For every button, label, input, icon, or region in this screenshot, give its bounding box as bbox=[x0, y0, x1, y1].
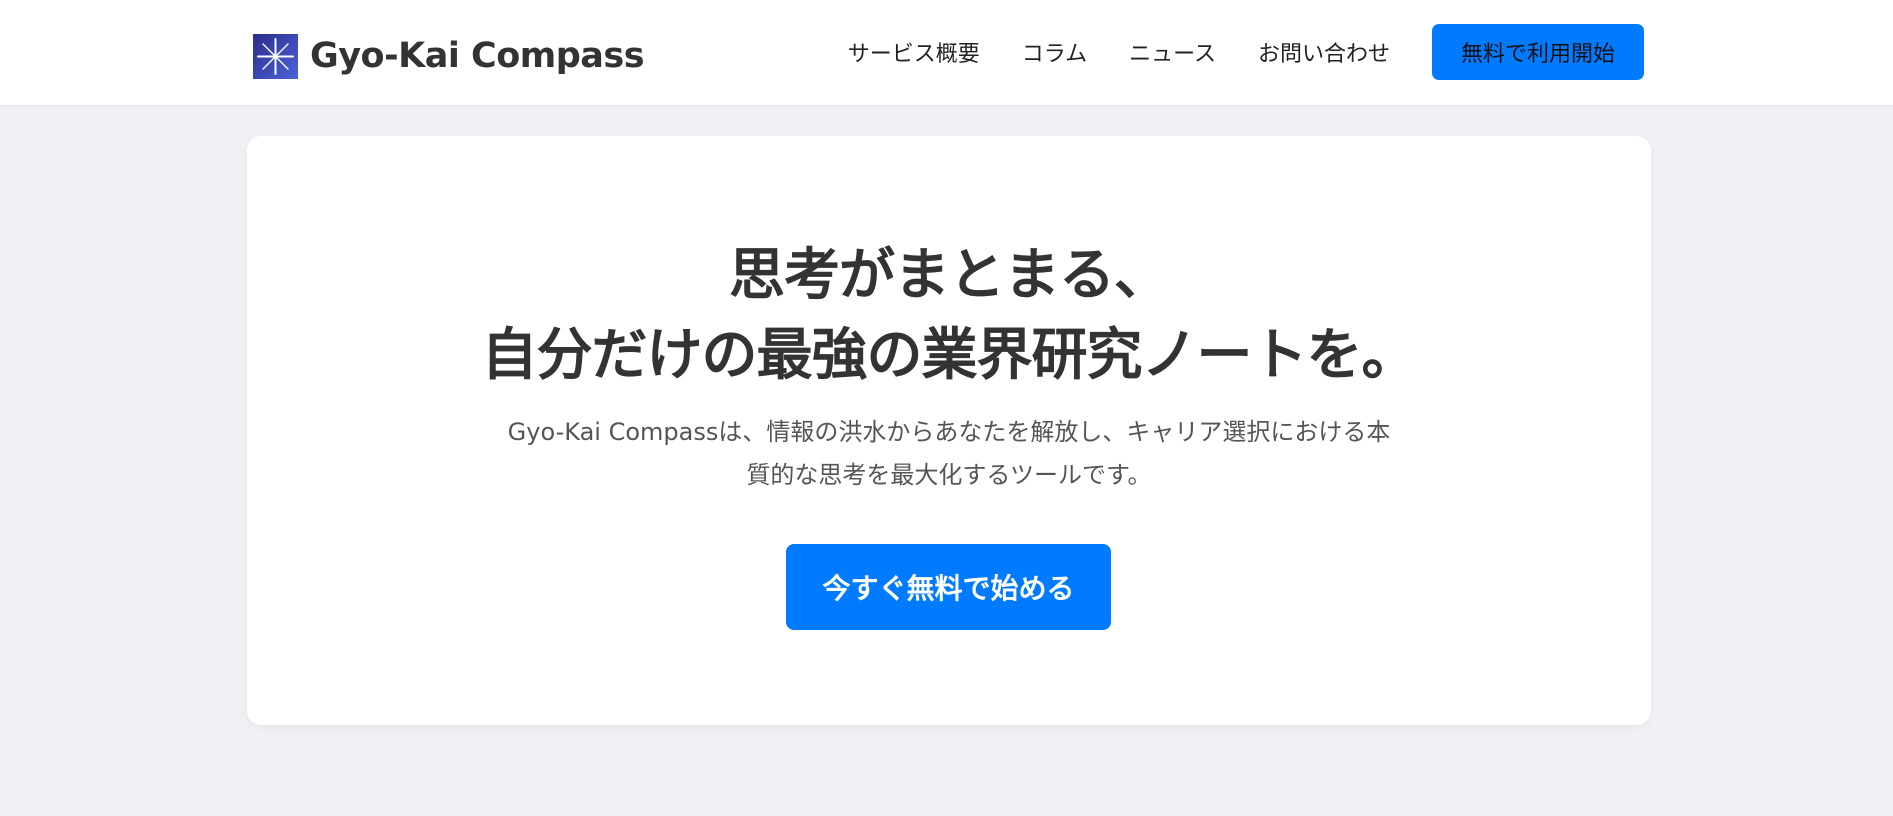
nav-service-overview[interactable]: サービス概要 bbox=[848, 36, 980, 68]
compass-star-icon bbox=[253, 33, 298, 79]
site-header: Gyo-Kai Compass サービス概要 コラム ニュース お問い合わせ 無… bbox=[0, 0, 1893, 106]
hero-start-free-button[interactable]: 今すぐ無料で始める bbox=[786, 544, 1111, 630]
main-nav: サービス概要 コラム ニュース お問い合わせ 無料で利用開始 bbox=[848, 24, 1644, 80]
logo-link[interactable]: Gyo-Kai Compass bbox=[253, 33, 645, 79]
header-signup-button[interactable]: 無料で利用開始 bbox=[1432, 24, 1644, 80]
nav-news[interactable]: ニュース bbox=[1129, 36, 1216, 68]
nav-contact[interactable]: お問い合わせ bbox=[1258, 36, 1390, 68]
logo-text: Gyo-Kai Compass bbox=[310, 36, 645, 76]
hero-title-line-2: 自分だけの最強の業界研究ノートを。 bbox=[481, 323, 1418, 388]
hero-title: 思考がまとまる、 自分だけの最強の業界研究ノートを。 bbox=[247, 236, 1651, 396]
hero-title-line-1: 思考がまとまる、 bbox=[729, 243, 1170, 308]
nav-column[interactable]: コラム bbox=[1022, 36, 1087, 68]
hero-description: Gyo-Kai Compassは、情報の洪水からあなたを解放し、キャリア選択にお… bbox=[507, 418, 1391, 489]
hero-card: 思考がまとまる、 自分だけの最強の業界研究ノートを。 Gyo-Kai Compa… bbox=[247, 136, 1651, 725]
